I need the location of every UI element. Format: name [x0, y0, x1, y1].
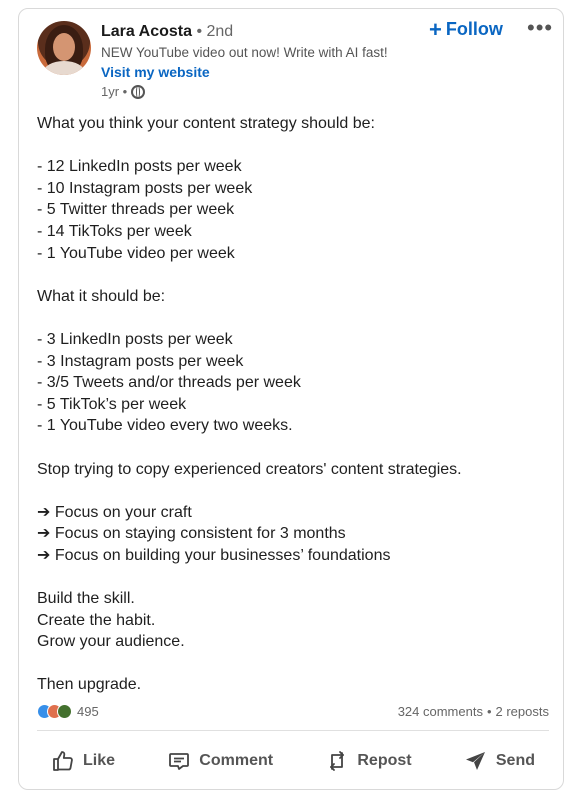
post-line — [37, 307, 547, 329]
avatar[interactable] — [37, 21, 91, 75]
more-options-icon[interactable]: ••• — [527, 15, 553, 41]
repost-icon — [330, 751, 345, 771]
post-line — [37, 437, 547, 459]
post-line: - 5 Twitter threads per week — [37, 201, 235, 219]
reposts-count[interactable]: 2 reposts — [496, 704, 549, 719]
post-line — [37, 653, 547, 675]
like-button[interactable]: Like — [37, 741, 129, 781]
repost-button[interactable]: Repost — [311, 741, 425, 781]
post-line: What it should be: — [37, 287, 166, 305]
reaction-count: 495 — [77, 704, 99, 719]
author-name-row: Lara Acosta • 2nd — [101, 23, 233, 41]
author-name[interactable]: Lara Acosta — [101, 23, 192, 40]
post-line: Stop trying to copy experienced creators… — [37, 460, 462, 478]
like-label: Like — [83, 752, 116, 769]
post-line: ➔ Focus on your craft — [37, 503, 192, 521]
insightful-reaction-icon — [57, 704, 72, 719]
repost-label: Repost — [357, 752, 412, 769]
post-line: - 5 TikTok’s per week — [37, 395, 187, 413]
globe-icon — [131, 84, 146, 99]
post-line — [37, 264, 547, 286]
comment-icon — [169, 753, 190, 770]
post-line: What you think your content strategy sho… — [37, 115, 375, 132]
post-meta: 1yr • — [101, 84, 146, 99]
post-time: 1yr • — [101, 84, 128, 99]
reactions-summary[interactable]: 495 — [37, 704, 99, 719]
post-line: Create the habit. — [37, 611, 156, 629]
send-label: Send — [495, 752, 535, 769]
thumbs-up-icon — [53, 751, 73, 771]
post-line: - 1 YouTube video every two weeks. — [37, 417, 293, 435]
author-headline: NEW YouTube video out now! Write with AI… — [101, 45, 388, 60]
comments-count[interactable]: 324 comments — [398, 704, 483, 719]
post-line — [37, 480, 547, 502]
send-button[interactable]: Send — [450, 741, 549, 781]
plus-icon: + — [429, 16, 442, 42]
post-line: ➔ Focus on building your businesses’ fou… — [37, 546, 391, 564]
stats-separator: • — [486, 704, 492, 719]
post-card: Lara Acosta • 2nd NEW YouTube video out … — [18, 8, 564, 790]
post-line: Then upgrade. — [37, 676, 142, 694]
post-line: - 1 YouTube video per week — [37, 244, 235, 262]
post-body: What you think your content strategy sho… — [37, 113, 547, 696]
send-icon — [465, 752, 485, 770]
comment-button[interactable]: Comment — [153, 741, 287, 781]
post-line: - 3 Instagram posts per week — [37, 352, 244, 370]
post-line: - 3/5 Tweets and/or threads per week — [37, 374, 301, 392]
divider — [37, 730, 549, 731]
post-line — [37, 566, 547, 588]
post-line: - 14 TikToks per week — [37, 222, 192, 240]
comment-label: Comment — [199, 752, 274, 769]
comments-reposts: 324 comments • 2 reposts — [398, 704, 549, 719]
visit-website-link[interactable]: Visit my website — [101, 64, 210, 80]
post-line: - 10 Instagram posts per week — [37, 179, 253, 197]
post-line — [37, 135, 547, 157]
post-line: ➔ Focus on staying consistent for 3 mont… — [37, 525, 346, 543]
post-line: - 12 LinkedIn posts per week — [37, 158, 242, 176]
action-bar: Like Comment Repost Send — [37, 741, 549, 781]
follow-button[interactable]: + Follow — [429, 16, 503, 42]
post-line: - 3 LinkedIn posts per week — [37, 330, 233, 348]
social-counts: 495 324 comments • 2 reposts — [37, 704, 549, 724]
post-line: Grow your audience. — [37, 633, 185, 651]
connection-degree: • 2nd — [196, 23, 234, 40]
post-line: Build the skill. — [37, 590, 135, 608]
follow-label: Follow — [445, 19, 503, 39]
